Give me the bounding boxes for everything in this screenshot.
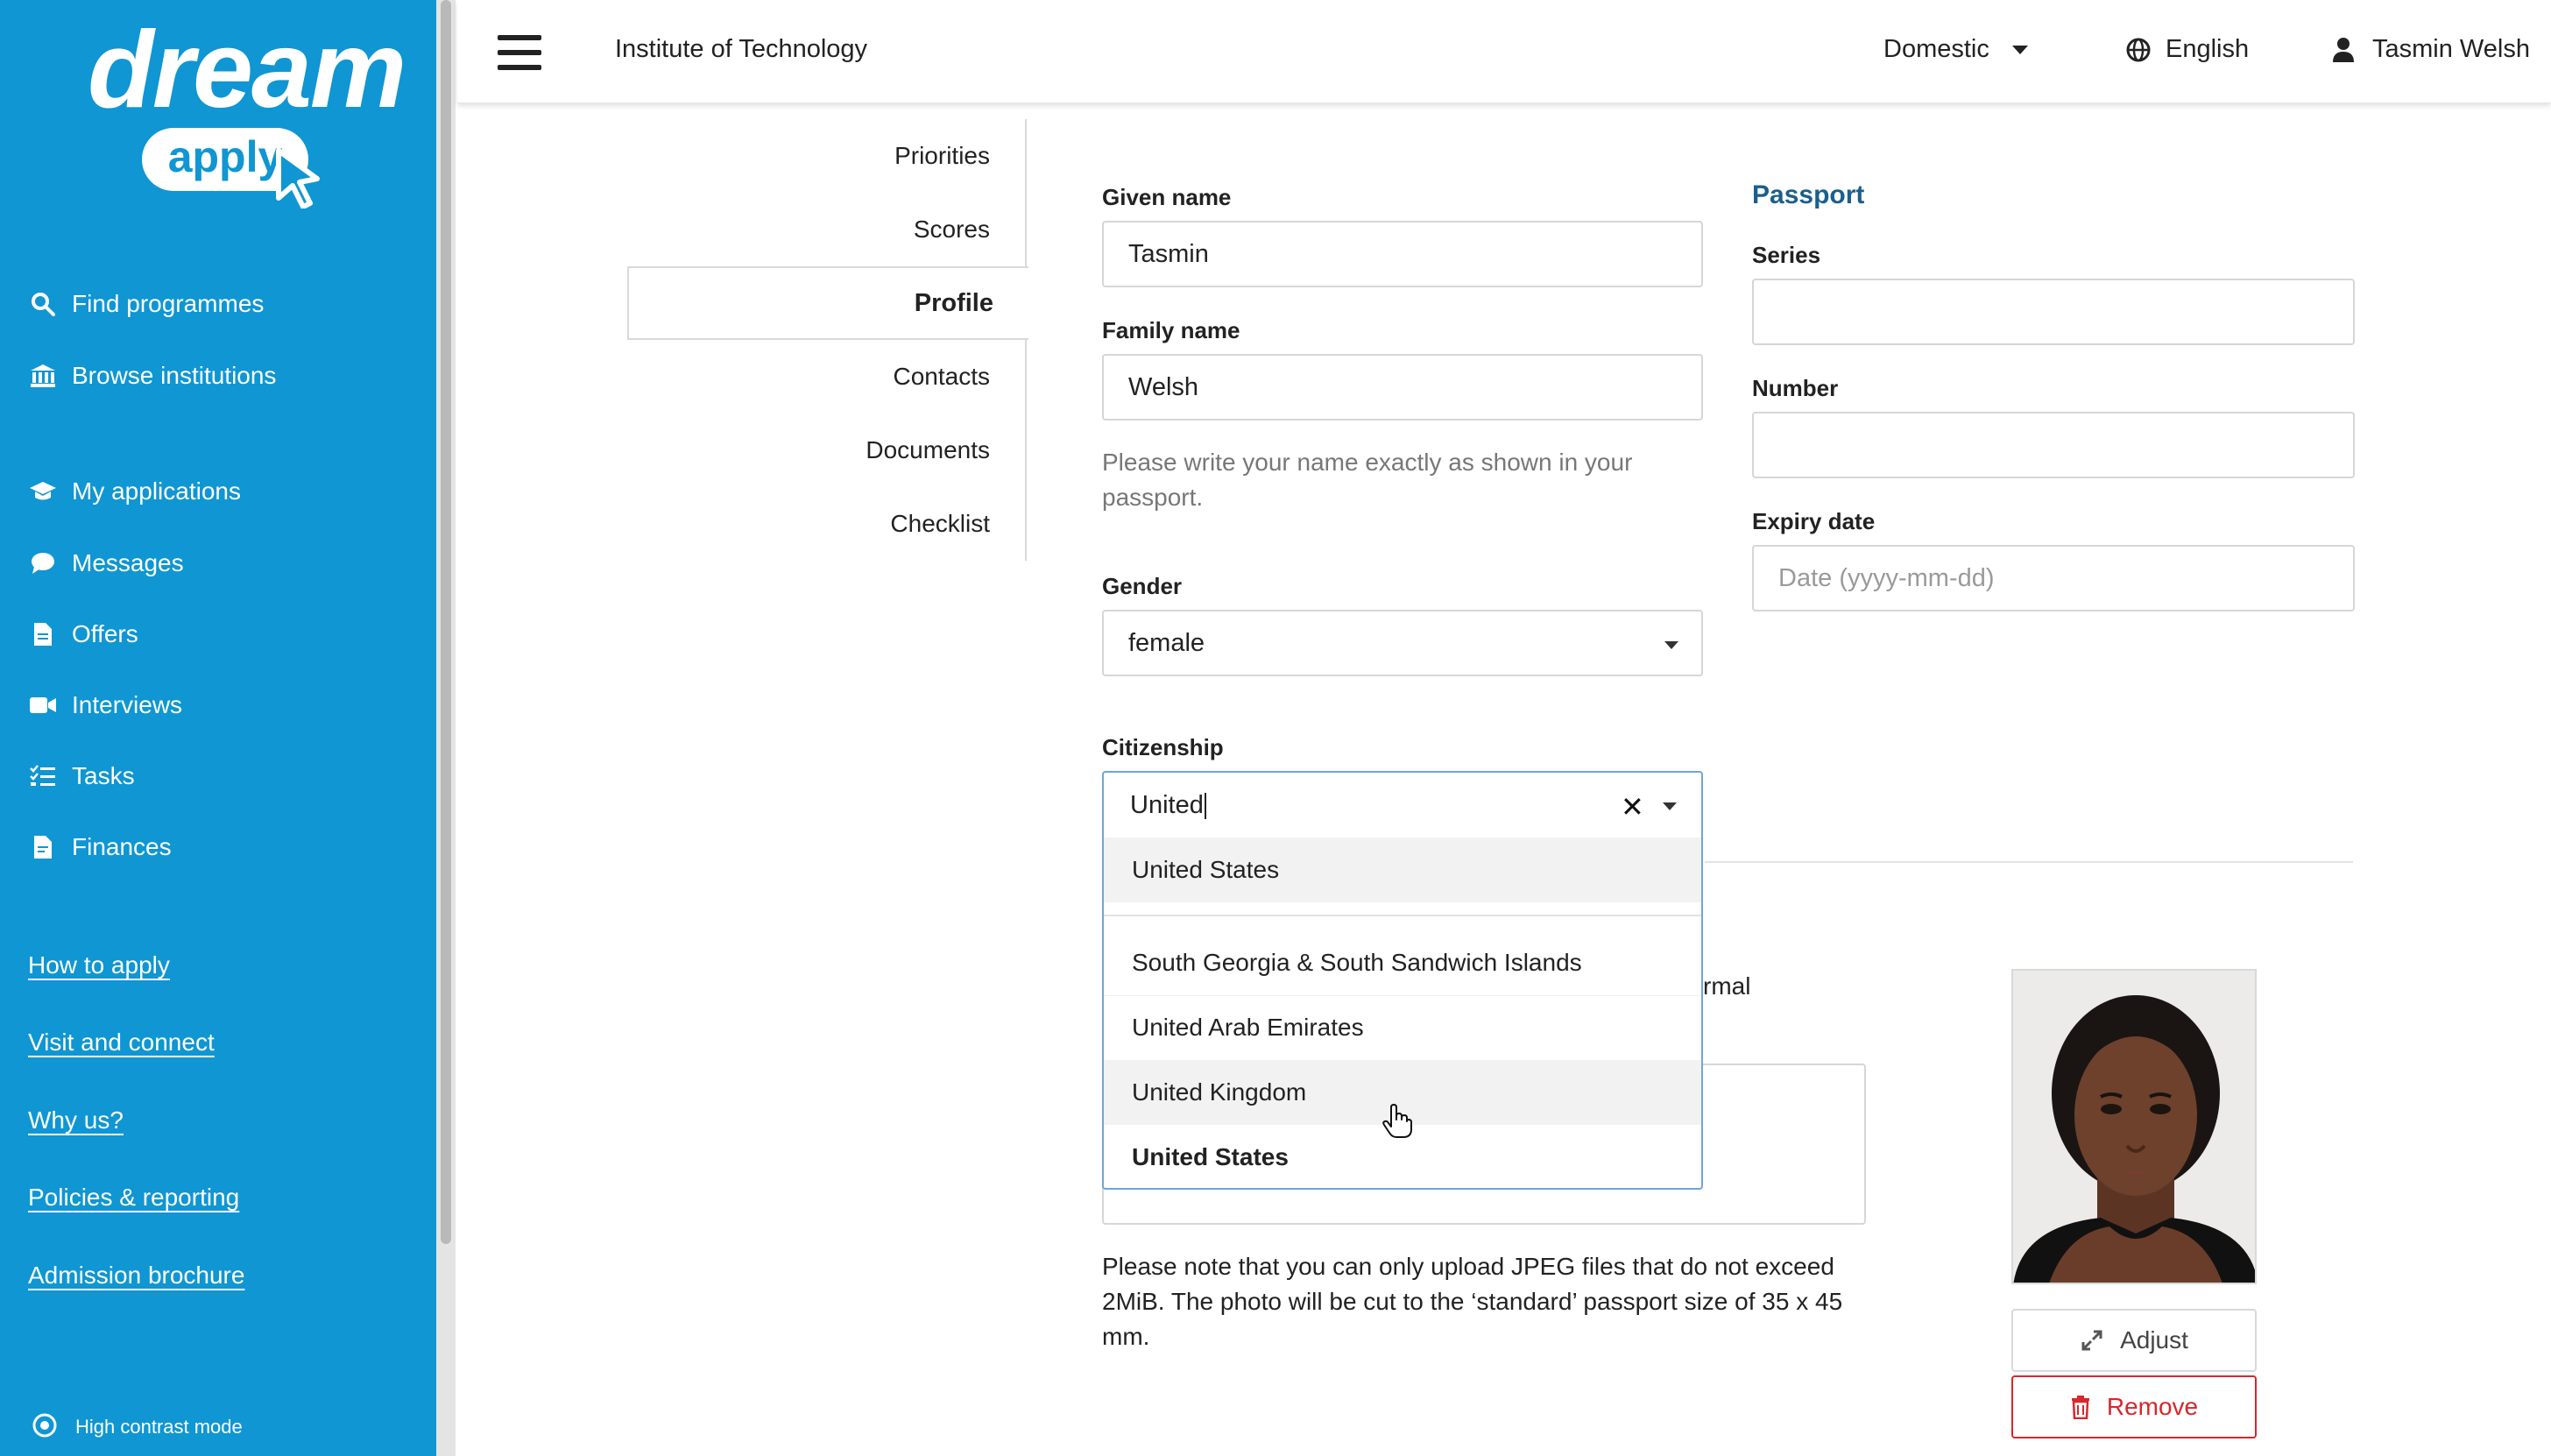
series-label: Series	[1752, 242, 1821, 268]
checklist-icon	[28, 761, 58, 791]
chevron-down-icon[interactable]	[1663, 802, 1677, 810]
given-name-label: Given name	[1102, 184, 1232, 210]
gender-select[interactable]: female	[1102, 610, 1703, 676]
gender-label: Gender	[1102, 573, 1183, 599]
logo-cursor-icon	[276, 148, 320, 209]
nav-label: Messages	[72, 549, 184, 576]
citizenship-option[interactable]: South Georgia & South Sandwich Islands	[1104, 930, 1701, 995]
citizenship-label: Citizenship	[1102, 734, 1224, 760]
tab-checklist[interactable]: Checklist	[890, 510, 990, 538]
trash-icon	[2071, 1396, 2089, 1419]
nav-tasks[interactable]: Tasks	[28, 754, 135, 798]
nav-label: Offers	[72, 620, 138, 647]
nav-label: Interviews	[72, 691, 183, 718]
user-menu[interactable]: Tasmin Welsh	[2332, 35, 2530, 64]
link-why-us[interactable]: Why us?	[28, 1106, 124, 1134]
remove-label: Remove	[2106, 1393, 2199, 1420]
tab-documents[interactable]: Documents	[866, 436, 990, 464]
adjust-label: Adjust	[2120, 1326, 2188, 1354]
nav-label: Tasks	[72, 762, 135, 789]
globe-icon	[2125, 37, 2152, 63]
nav-offers[interactable]: Offers	[28, 612, 138, 656]
clear-icon[interactable]: ✕	[1621, 790, 1644, 823]
chat-bubble-icon	[28, 548, 58, 578]
passport-heading: Passport	[1752, 180, 1865, 209]
family-name-field[interactable]: Welsh	[1102, 354, 1703, 421]
scrollbar-thumb[interactable]	[441, 0, 451, 1244]
nav-finances[interactable]: Finances	[28, 825, 172, 869]
menu-toggle-icon[interactable]	[498, 35, 541, 70]
adjust-photo-button[interactable]: Adjust	[2011, 1309, 2257, 1372]
tab-contacts[interactable]: Contacts	[894, 363, 991, 391]
link-policies-reporting[interactable]: Policies & reporting	[28, 1184, 239, 1212]
citizenship-query: United	[1130, 791, 1204, 819]
expiry-date-field[interactable]: Date (yyyy-mm-dd)	[1752, 545, 2355, 611]
high-contrast-toggle[interactable]: High contrast mode	[32, 1412, 243, 1442]
link-how-to-apply[interactable]: How to apply	[28, 951, 170, 979]
sidebar: dream apply Find programmes Browse insti…	[0, 0, 436, 1456]
given-name-field[interactable]: Tasmin	[1102, 221, 1703, 287]
remove-photo-button[interactable]: Remove	[2011, 1375, 2257, 1438]
dreamapply-logo[interactable]: dream apply	[88, 16, 406, 209]
family-name-label: Family name	[1102, 317, 1240, 343]
link-visit-and-connect[interactable]: Visit and connect	[28, 1028, 215, 1057]
nav-my-applications[interactable]: My applications	[28, 470, 241, 513]
number-label: Number	[1752, 375, 1839, 401]
contrast-icon	[32, 1412, 61, 1442]
chevron-down-icon	[1664, 641, 1678, 649]
text-caret	[1204, 793, 1206, 820]
top-bar: Institute of Technology Domestic English…	[457, 0, 2551, 103]
section-divider	[1705, 861, 2353, 863]
nav-label: Finances	[72, 833, 172, 860]
hidden-text-fragment: rmal	[1703, 972, 1751, 1000]
citizenship-combobox[interactable]: United ✕ United States South Georgia & S…	[1102, 771, 1703, 1190]
domestic-label: Domestic	[1883, 35, 1989, 63]
hand-cursor-icon	[1382, 1104, 1412, 1138]
tab-priorities[interactable]: Priorities	[894, 142, 990, 170]
citizenship-search-input[interactable]: United	[1130, 773, 1206, 838]
nav-find-programmes[interactable]: Find programmes	[28, 282, 264, 326]
nav-messages[interactable]: Messages	[28, 541, 184, 585]
user-name: Tasmin Welsh	[2372, 35, 2530, 63]
citizenship-option-highlighted[interactable]: United States	[1104, 838, 1701, 902]
graduation-cap-icon	[28, 477, 58, 506]
institution-name: Institute of Technology	[615, 35, 868, 63]
options-divider	[1104, 915, 1701, 916]
photo-note: Please note that you can only upload JPE…	[1102, 1253, 1843, 1350]
number-field[interactable]	[1752, 412, 2355, 478]
profile-photo	[2011, 969, 2257, 1284]
search-icon	[28, 289, 58, 319]
document-icon	[28, 619, 58, 649]
nav-label: Find programmes	[72, 290, 265, 317]
sidebar-scrollbar[interactable]	[436, 0, 456, 1456]
expiry-date-label: Expiry date	[1752, 508, 1876, 534]
tab-profile[interactable]: Profile	[627, 266, 1028, 340]
portrait-image	[2013, 971, 2255, 1283]
language-selector[interactable]: English	[2125, 35, 2249, 64]
nav-browse-institutions[interactable]: Browse institutions	[28, 354, 276, 398]
profile-tabs: Priorities Scores Profile Contacts Docum…	[627, 119, 1028, 561]
gender-value: female	[1128, 629, 1205, 657]
language-label: English	[2166, 35, 2250, 63]
domestic-dropdown[interactable]: Domestic	[1883, 35, 2028, 64]
nav-label: My applications	[72, 477, 241, 505]
institution-icon	[28, 361, 58, 391]
link-admission-brochure[interactable]: Admission brochure	[28, 1262, 244, 1290]
citizenship-option[interactable]: United Arab Emirates	[1104, 995, 1701, 1060]
name-help-text: Please write your name exactly as shown …	[1102, 449, 1633, 511]
nav-label: Browse institutions	[72, 362, 277, 389]
invoice-icon	[28, 832, 58, 862]
expand-arrows-icon	[2081, 1330, 2102, 1351]
user-icon	[2332, 37, 2358, 63]
logo-word: dream	[88, 10, 406, 131]
tab-scores[interactable]: Scores	[914, 216, 990, 244]
series-field[interactable]	[1752, 279, 2355, 345]
high-contrast-label: High contrast mode	[75, 1416, 243, 1438]
nav-interviews[interactable]: Interviews	[28, 683, 182, 727]
chevron-down-icon	[2011, 45, 2028, 54]
video-camera-icon	[28, 690, 58, 720]
